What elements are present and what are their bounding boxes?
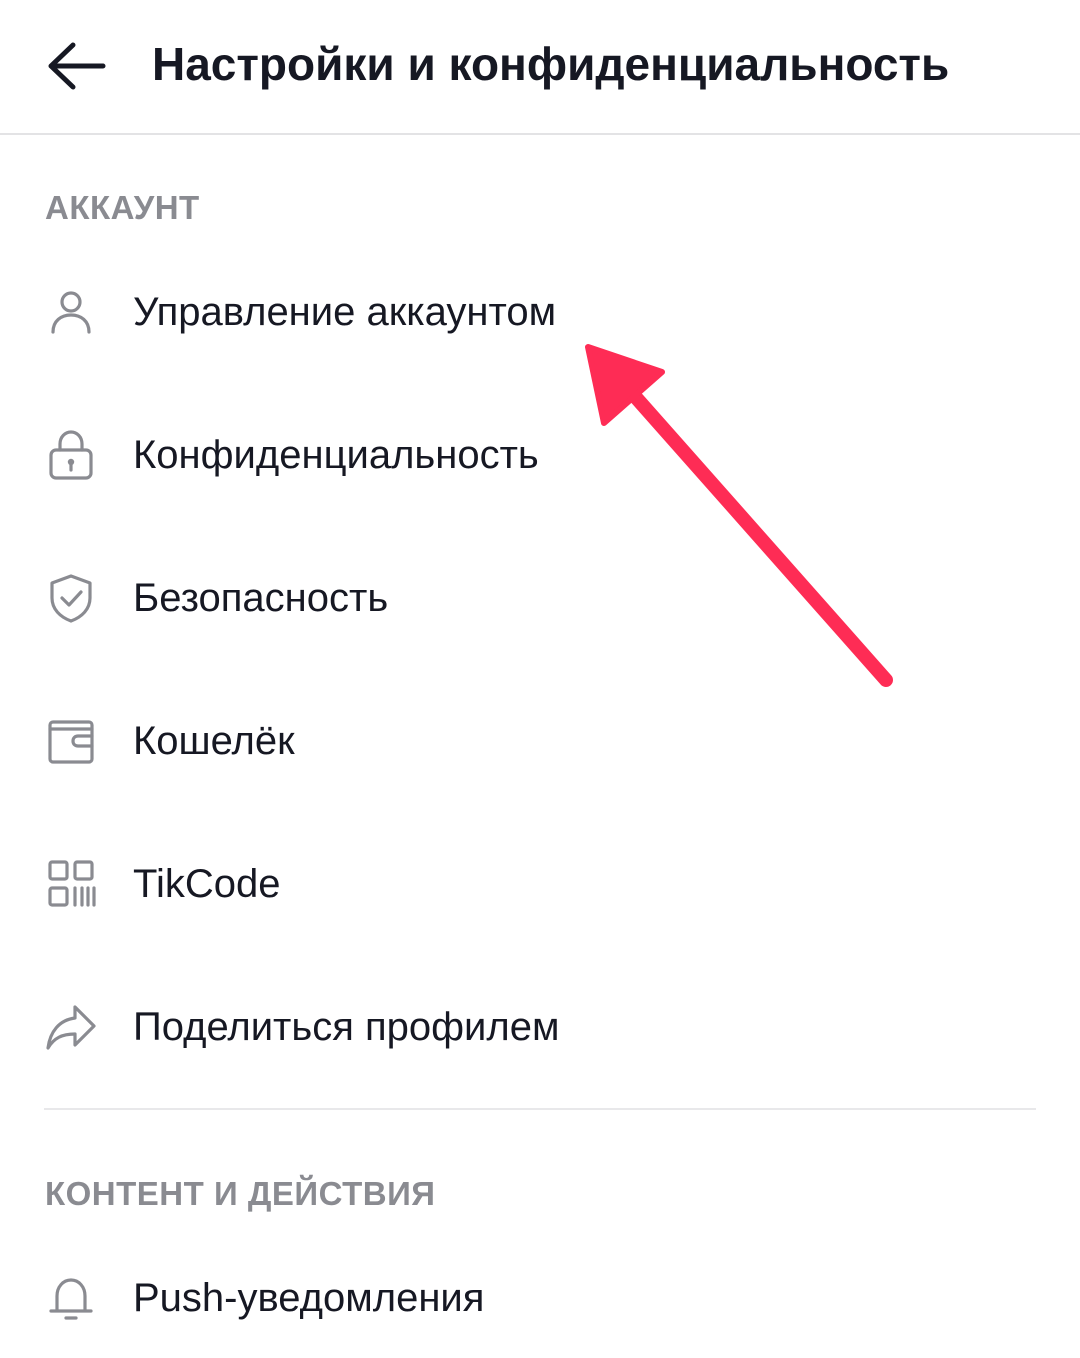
arrow-left-icon: [48, 42, 106, 90]
section-header-account: АККАУНТ: [45, 189, 200, 226]
menu-item-account-management[interactable]: Управление аккаунтом: [0, 252, 1080, 372]
menu-item-share-profile[interactable]: Поделиться профилем: [0, 967, 1080, 1087]
lock-icon: [45, 429, 97, 481]
menu-item-privacy[interactable]: Конфиденциальность: [0, 395, 1080, 515]
menu-item-security[interactable]: Безопасность: [0, 538, 1080, 658]
back-button[interactable]: [40, 30, 112, 102]
shield-icon: [45, 572, 97, 624]
section-divider: [44, 1108, 1036, 1110]
qr-code-icon: [45, 858, 97, 910]
person-icon: [45, 286, 97, 338]
menu-item-label: Безопасность: [133, 576, 389, 620]
share-icon: [45, 1001, 97, 1053]
menu-item-label: Конфиденциальность: [133, 433, 539, 477]
bell-icon: [45, 1272, 97, 1324]
wallet-icon: [45, 715, 97, 767]
page-title: Настройки и конфиденциальность: [152, 38, 950, 90]
menu-item-tikcode[interactable]: TikCode: [0, 824, 1080, 944]
menu-item-push-notifications[interactable]: Push-уведомления: [0, 1238, 1080, 1358]
menu-item-label: TikCode: [133, 862, 281, 906]
top-bar: Настройки и конфиденциальность: [0, 0, 1080, 135]
menu-item-label: Управление аккаунтом: [133, 290, 557, 334]
menu-item-label: Кошелёк: [133, 719, 295, 763]
menu-item-label: Push-уведомления: [133, 1276, 485, 1320]
menu-item-wallet[interactable]: Кошелёк: [0, 681, 1080, 801]
section-header-content-actions: КОНТЕНТ И ДЕЙСТВИЯ: [45, 1175, 436, 1212]
menu-item-label: Поделиться профилем: [133, 1005, 560, 1049]
